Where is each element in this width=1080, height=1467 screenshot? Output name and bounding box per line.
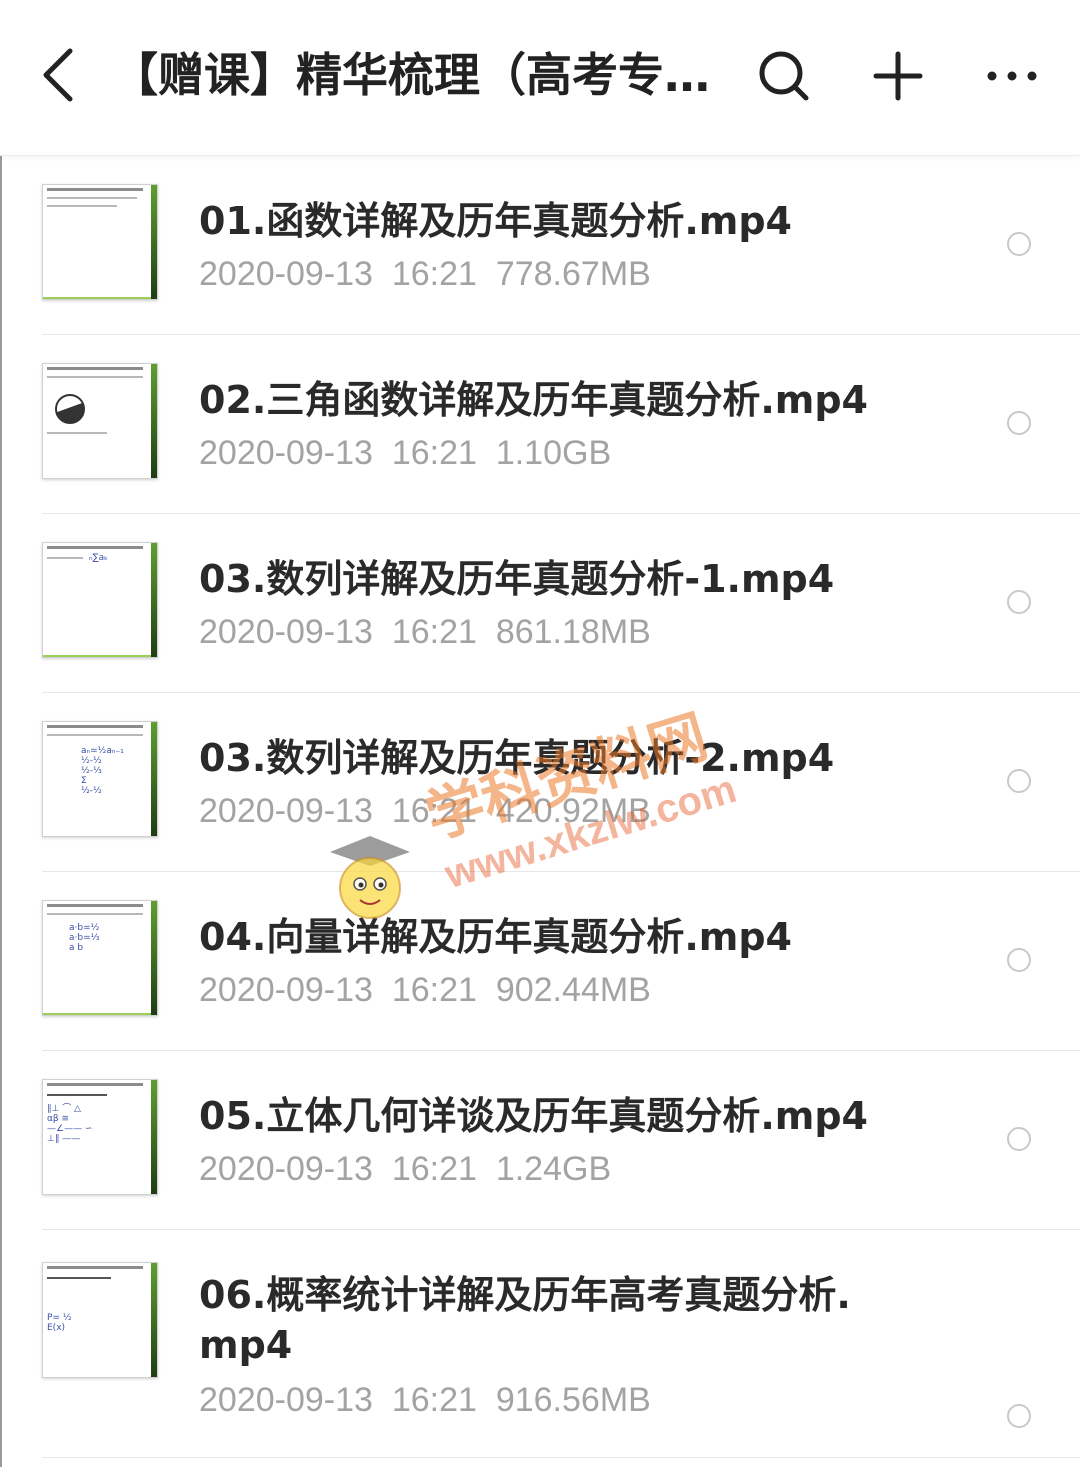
file-row[interactable]: aₙ=½aₙ₋₁ ½-½ ½-⅓ Σ ½-½ 03.数列详解及历年真题分析-2.mp4 … bbox=[42, 693, 1080, 872]
file-name: 03.数列详解及历年真题分析-1.mp4 bbox=[199, 557, 835, 601]
select-radio[interactable] bbox=[1007, 411, 1031, 435]
file-date: 2020-09-13 bbox=[199, 792, 373, 830]
file-list: 01.函数详解及历年真题分析.mp4 2020-09-13 16:21 778.… bbox=[0, 156, 1080, 1458]
file-time: 16:21 bbox=[391, 792, 477, 830]
file-size: 902.44MB bbox=[495, 971, 651, 1009]
file-row[interactable]: a·b=½ a·b=⅓ a b 04.向量详解及历年真题分析.mp4 2020-09… bbox=[42, 872, 1080, 1051]
chevron-left-icon bbox=[43, 48, 73, 102]
video-thumbnail: ∥⊥ ⌒ △ αβ ≅ —∠—— ∽ ⊥∥ —— bbox=[42, 1079, 158, 1195]
file-row[interactable]: ∥⊥ ⌒ △ αβ ≅ —∠—— ∽ ⊥∥ —— 05.立体几何详谈及历年真题分析.m… bbox=[42, 1051, 1080, 1230]
file-time: 16:21 bbox=[391, 434, 477, 472]
select-radio[interactable] bbox=[1007, 1127, 1031, 1151]
file-time: 16:21 bbox=[391, 255, 477, 293]
file-size: 916.56MB bbox=[495, 1381, 651, 1419]
video-thumbnail: ₙ∑aₖ bbox=[42, 542, 158, 658]
file-size: 420.92MB bbox=[495, 792, 651, 830]
add-button[interactable] bbox=[860, 38, 936, 114]
file-meta: 2020-09-13 16:21 778.67MB bbox=[199, 252, 651, 296]
video-thumbnail bbox=[42, 184, 158, 300]
file-date: 2020-09-13 bbox=[199, 971, 373, 1009]
file-name: 01.函数详解及历年真题分析.mp4 bbox=[199, 199, 792, 243]
file-meta: 2020-09-13 16:21 420.92MB bbox=[199, 789, 651, 833]
file-meta: 2020-09-13 16:21 902.44MB bbox=[199, 968, 651, 1012]
select-radio[interactable] bbox=[1007, 769, 1031, 793]
search-icon bbox=[759, 51, 809, 101]
file-name: 05.立体几何详谈及历年真题分析.mp4 bbox=[199, 1094, 868, 1138]
more-button[interactable] bbox=[974, 38, 1050, 114]
video-thumbnail: aₙ=½aₙ₋₁ ½-½ ½-⅓ Σ ½-½ bbox=[42, 721, 158, 837]
file-date: 2020-09-13 bbox=[199, 434, 373, 472]
file-row[interactable]: 01.函数详解及历年真题分析.mp4 2020-09-13 16:21 778.… bbox=[42, 156, 1080, 335]
file-name: 06.概率统计详解及历年高考真题分析.mp4 bbox=[199, 1273, 851, 1367]
file-size: 1.10GB bbox=[495, 434, 612, 472]
file-meta: 2020-09-13 16:21 1.10GB bbox=[199, 431, 611, 475]
file-date: 2020-09-13 bbox=[199, 1381, 373, 1419]
file-name: 04.向量详解及历年真题分析.mp4 bbox=[199, 915, 792, 959]
file-time: 16:21 bbox=[391, 1381, 477, 1419]
file-name: 02.三角函数详解及历年真题分析.mp4 bbox=[199, 378, 868, 422]
file-meta: 2020-09-13 16:21 916.56MB bbox=[199, 1378, 651, 1422]
plus-icon bbox=[873, 51, 923, 101]
page-title: 【赠课】精华梳理（高考专… bbox=[112, 48, 710, 102]
more-icon bbox=[987, 71, 1037, 81]
file-size: 861.18MB bbox=[495, 613, 651, 651]
file-date: 2020-09-13 bbox=[199, 1150, 373, 1188]
video-thumbnail: a·b=½ a·b=⅓ a b bbox=[42, 900, 158, 1016]
file-date: 2020-09-13 bbox=[199, 255, 373, 293]
select-radio[interactable] bbox=[1007, 948, 1031, 972]
back-button[interactable] bbox=[28, 40, 88, 110]
file-meta: 2020-09-13 16:21 1.24GB bbox=[199, 1147, 611, 1191]
file-name: 03.数列详解及历年真题分析-2.mp4 bbox=[199, 736, 835, 780]
file-row[interactable]: ₙ∑aₖ 03.数列详解及历年真题分析-1.mp4 2020-09-13 16:… bbox=[42, 514, 1080, 693]
file-size: 1.24GB bbox=[495, 1150, 612, 1188]
file-size: 778.67MB bbox=[495, 255, 651, 293]
file-time: 16:21 bbox=[391, 613, 477, 651]
file-time: 16:21 bbox=[391, 1150, 477, 1188]
search-button[interactable] bbox=[746, 38, 822, 114]
select-radio[interactable] bbox=[1007, 590, 1031, 614]
video-thumbnail bbox=[42, 363, 158, 479]
select-radio[interactable] bbox=[1007, 232, 1031, 256]
file-date: 2020-09-13 bbox=[199, 613, 373, 651]
top-bar: 【赠课】精华梳理（高考专… bbox=[0, 0, 1080, 156]
select-radio[interactable] bbox=[1007, 1404, 1031, 1428]
file-time: 16:21 bbox=[391, 971, 477, 1009]
file-meta: 2020-09-13 16:21 861.18MB bbox=[199, 610, 651, 654]
video-thumbnail: P= ½ E(x) bbox=[42, 1262, 158, 1378]
file-row[interactable]: P= ½ E(x) 06.概率统计详解及历年高考真题分析.mp4 2020-09-… bbox=[42, 1230, 1080, 1458]
file-row[interactable]: 02.三角函数详解及历年真题分析.mp4 2020-09-13 16:21 1.… bbox=[42, 335, 1080, 514]
